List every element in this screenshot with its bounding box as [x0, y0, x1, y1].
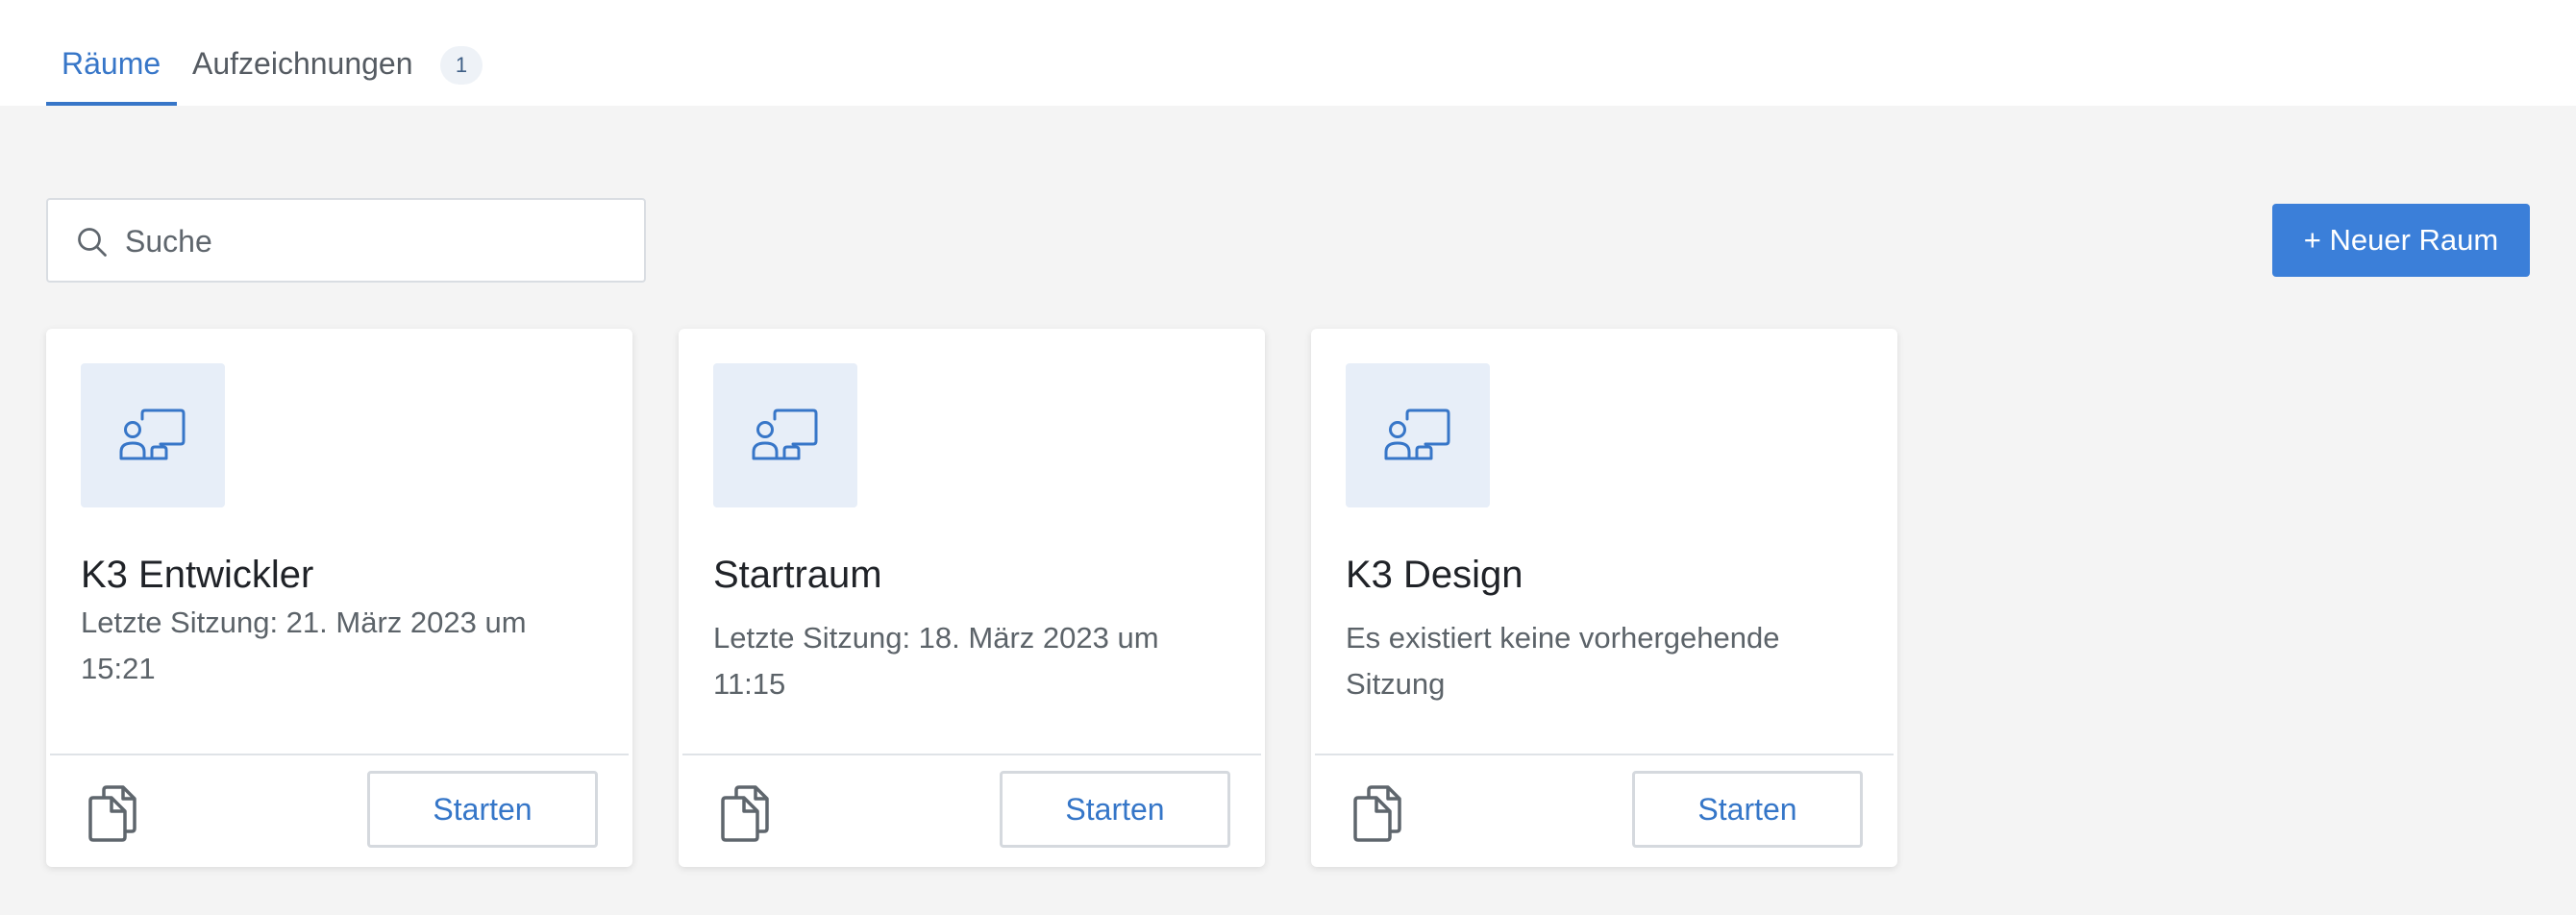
room-name: K3 Entwickler [81, 554, 314, 596]
start-button[interactable]: Starten [1632, 771, 1863, 848]
start-button[interactable]: Starten [1000, 771, 1230, 848]
search-field[interactable] [46, 198, 646, 283]
search-input[interactable] [125, 213, 625, 269]
copy-icon[interactable] [85, 784, 138, 842]
copy-icon[interactable] [717, 784, 771, 842]
room-last-session: Letzte Sitzung: 18. März 2023 um 11:15 [713, 621, 1159, 701]
room-card[interactable]: K3 Entwickler Letzte Sitzung: 21. März 2… [46, 329, 632, 867]
card-divider [1315, 754, 1894, 755]
room-name: Startraum [713, 554, 882, 596]
presentation-room-icon [752, 408, 818, 460]
room-thumbnail [1346, 363, 1490, 507]
room-thumbnail [81, 363, 225, 507]
tab-bar: Räume Aufzeichnungen 1 [0, 0, 2576, 106]
card-divider [682, 754, 1261, 755]
room-card[interactable]: Startraum Letzte Sitzung: 18. März 2023 … [679, 329, 1265, 867]
room-name: K3 Design [1346, 554, 1523, 596]
room-card[interactable]: K3 Design Es existiert keine vorhergehen… [1311, 329, 1897, 867]
room-last-session: Letzte Sitzung: 21. März 2023 um 15:21 [81, 606, 527, 685]
tab-rooms[interactable]: Räume [46, 42, 177, 106]
room-last-session: Es existiert keine vorhergehende Sitzung [1346, 621, 1780, 701]
presentation-room-icon [119, 408, 186, 460]
card-divider [50, 754, 629, 755]
copy-icon[interactable] [1350, 784, 1403, 842]
presentation-room-icon [1384, 408, 1450, 460]
recordings-count-badge: 1 [440, 46, 483, 85]
tab-recordings[interactable]: Aufzeichnungen 1 [192, 42, 483, 106]
tab-rooms-label: Räume [62, 46, 161, 81]
new-room-button[interactable]: + Neuer Raum [2272, 204, 2530, 277]
tab-recordings-label: Aufzeichnungen [192, 46, 413, 81]
start-button[interactable]: Starten [367, 771, 598, 848]
search-icon [78, 228, 107, 257]
room-thumbnail [713, 363, 857, 507]
